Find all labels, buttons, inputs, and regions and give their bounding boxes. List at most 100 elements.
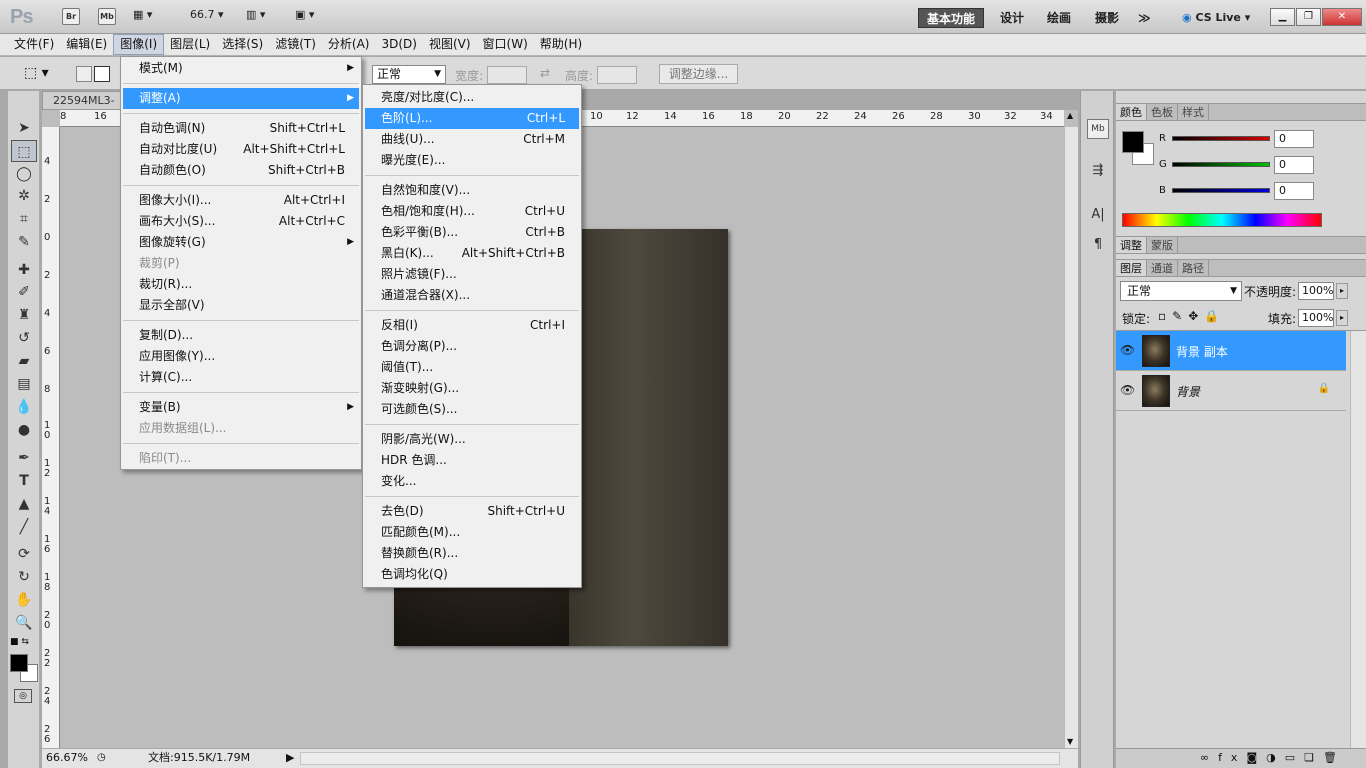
new-selection-icon[interactable] <box>76 66 92 82</box>
zoom-tool-icon[interactable]: 🔍 <box>11 612 37 634</box>
menu-item[interactable]: 替换颜色(R)... <box>365 543 579 564</box>
clone-stamp-tool-icon[interactable]: ♜ <box>11 304 37 326</box>
layer-mask-icon[interactable]: ◙ <box>1246 751 1266 764</box>
channel-r-input[interactable]: 0 <box>1274 130 1314 148</box>
menu-item[interactable]: 陷印(T)... <box>123 448 359 469</box>
lasso-tool-icon[interactable]: ◯ <box>11 163 37 185</box>
menu-item[interactable]: 自动颜色(O) Shift+Ctrl+B <box>123 160 359 181</box>
line-tool-icon[interactable]: ╱ <box>11 516 37 538</box>
menu-item[interactable]: 曲线(U)... Ctrl+M <box>365 129 579 150</box>
menu-item[interactable]: 色阶(L)... Ctrl+L <box>365 108 579 129</box>
horizontal-scrollbar[interactable] <box>300 752 1060 765</box>
workspace-design[interactable]: 设计 <box>1000 8 1024 28</box>
menu-item[interactable]: 色调分离(P)... <box>365 336 579 357</box>
status-info-icon[interactable]: ◷ <box>97 749 106 767</box>
new-group-icon[interactable]: ▭ <box>1285 751 1304 764</box>
delete-layer-icon[interactable]: 🗑 <box>1323 751 1346 764</box>
default-colors-icon[interactable]: ■ ⇆ <box>10 637 29 647</box>
type-tool-icon[interactable]: T <box>11 470 37 492</box>
bridge-button[interactable]: Br <box>62 8 80 25</box>
close-button[interactable]: ✕ <box>1322 8 1362 26</box>
fill-input[interactable]: 100% <box>1298 309 1334 327</box>
menu-item[interactable]: 阈值(T)... <box>365 357 579 378</box>
zoom-level-dropdown[interactable]: 66.7 ▾ <box>190 8 224 21</box>
menu-item[interactable]: 复制(D)... <box>123 325 359 346</box>
menu-item[interactable]: 裁剪(P) <box>123 253 359 274</box>
move-tool-icon[interactable]: ➤ <box>11 117 37 139</box>
visibility-eye-icon[interactable]: 👁 <box>1120 383 1135 397</box>
menu-item[interactable]: 亮度/对比度(C)... <box>365 87 579 108</box>
menu-edit[interactable]: 编辑(E) <box>60 34 113 55</box>
menu-item[interactable]: 通道混合器(X)... <box>365 285 579 306</box>
magic-wand-tool-icon[interactable]: ✲ <box>11 185 37 207</box>
mini-bridge-panel-icon[interactable]: Mb <box>1087 119 1109 139</box>
menu-item[interactable]: 阴影/高光(W)... <box>365 429 579 450</box>
status-menu-icon[interactable]: ▶ <box>286 749 294 767</box>
menu-item[interactable]: 变量(B) ▶ <box>123 397 359 418</box>
color-spectrum-bar[interactable] <box>1122 213 1322 227</box>
tab-color[interactable]: 颜色 <box>1116 104 1147 120</box>
menu-image[interactable]: 图像(I) <box>113 34 165 55</box>
blend-mode-select[interactable]: 正常 ▼ <box>1120 281 1242 301</box>
channel-g-input[interactable]: 0 <box>1274 156 1314 174</box>
3d-rotate-tool-icon[interactable]: ⟳ <box>11 543 37 565</box>
restore-button[interactable]: ❐ <box>1296 8 1321 26</box>
menu-item[interactable]: 自动色调(N) Shift+Ctrl+L <box>123 118 359 139</box>
menu-item[interactable]: 色调均化(Q) <box>365 564 579 585</box>
layer-row-background-copy[interactable]: 👁 背景 副本 <box>1116 331 1346 371</box>
eyedropper-tool-icon[interactable]: ✎ <box>11 231 37 253</box>
3d-orbit-tool-icon[interactable]: ↻ <box>11 566 37 588</box>
scroll-down-icon[interactable]: ▼ <box>1067 737 1073 746</box>
menu-item[interactable]: 自动对比度(U) Alt+Shift+Ctrl+L <box>123 139 359 160</box>
visibility-eye-icon[interactable]: 👁 <box>1120 343 1135 357</box>
view-extras-dropdown[interactable]: ▦ ▾ <box>133 8 152 21</box>
menu-item[interactable]: 自然饱和度(V)... <box>365 180 579 201</box>
lock-options-icons[interactable]: ▫✎✥🔒 <box>1158 309 1225 323</box>
gradient-tool-icon[interactable]: ▤ <box>11 373 37 395</box>
scroll-up-icon[interactable]: ▲ <box>1067 111 1073 120</box>
healing-brush-tool-icon[interactable]: ✚ <box>11 259 37 281</box>
link-layers-icon[interactable]: ∞ <box>1200 751 1218 764</box>
opacity-arrow-icon[interactable]: ▸ <box>1336 283 1348 299</box>
more-workspaces-icon[interactable]: ≫ <box>1138 8 1151 28</box>
layers-scrollbar[interactable] <box>1350 331 1366 749</box>
tab-paths[interactable]: 路径 <box>1178 260 1209 276</box>
marquee-preset-icon[interactable]: ⬚ ▾ <box>24 65 49 81</box>
document-tab[interactable]: 22594ML3- <box>42 91 122 110</box>
channel-g-slider[interactable] <box>1172 162 1270 167</box>
channel-b-input[interactable]: 0 <box>1274 182 1314 200</box>
workspace-painting[interactable]: 绘画 <box>1047 8 1071 28</box>
mini-bridge-button[interactable]: Mb <box>98 8 116 25</box>
menu-item[interactable]: 应用图像(Y)... <box>123 346 359 367</box>
blur-tool-icon[interactable]: 💧 <box>11 396 37 418</box>
menu-item[interactable]: 裁切(R)... <box>123 274 359 295</box>
eraser-tool-icon[interactable]: ▰ <box>11 350 37 372</box>
path-selection-tool-icon[interactable]: ▲ <box>11 493 37 515</box>
menu-item[interactable]: 黑白(K)... Alt+Shift+Ctrl+B <box>365 243 579 264</box>
menu-item[interactable]: 模式(M) ▶ <box>123 58 359 79</box>
quick-mask-icon[interactable]: ◎ <box>14 689 32 703</box>
add-selection-icon[interactable] <box>94 66 110 82</box>
screen-mode-dropdown[interactable]: ▣ ▾ <box>295 8 314 21</box>
layer-row-background[interactable]: 👁 背景 🔒 <box>1116 371 1346 411</box>
menu-item[interactable]: 计算(C)... <box>123 367 359 388</box>
menu-item[interactable]: 可选颜色(S)... <box>365 399 579 420</box>
channel-b-slider[interactable] <box>1172 188 1270 193</box>
foreground-color-swatch[interactable] <box>10 654 28 672</box>
menu-item[interactable]: 调整(A) ▶ <box>123 88 359 109</box>
menu-item[interactable]: 去色(D) Shift+Ctrl+U <box>365 501 579 522</box>
arrange-documents-dropdown[interactable]: ▥ ▾ <box>246 8 265 21</box>
style-select[interactable]: 正常 ▼ <box>372 65 446 84</box>
menu-view[interactable]: 视图(V) <box>423 34 477 55</box>
height-input[interactable] <box>597 66 637 84</box>
channel-r-slider[interactable] <box>1172 136 1270 141</box>
menu-help[interactable]: 帮助(H) <box>534 34 588 55</box>
menu-item[interactable]: 反相(I) Ctrl+I <box>365 315 579 336</box>
menu-item[interactable]: 变化... <box>365 471 579 492</box>
menu-analysis[interactable]: 分析(A) <box>322 34 376 55</box>
minimize-button[interactable]: ▁ <box>1270 8 1295 26</box>
menu-select[interactable]: 选择(S) <box>216 34 269 55</box>
tab-channels[interactable]: 通道 <box>1147 260 1178 276</box>
menu-filter[interactable]: 滤镜(T) <box>269 34 322 55</box>
menu-item[interactable]: 画布大小(S)... Alt+Ctrl+C <box>123 211 359 232</box>
